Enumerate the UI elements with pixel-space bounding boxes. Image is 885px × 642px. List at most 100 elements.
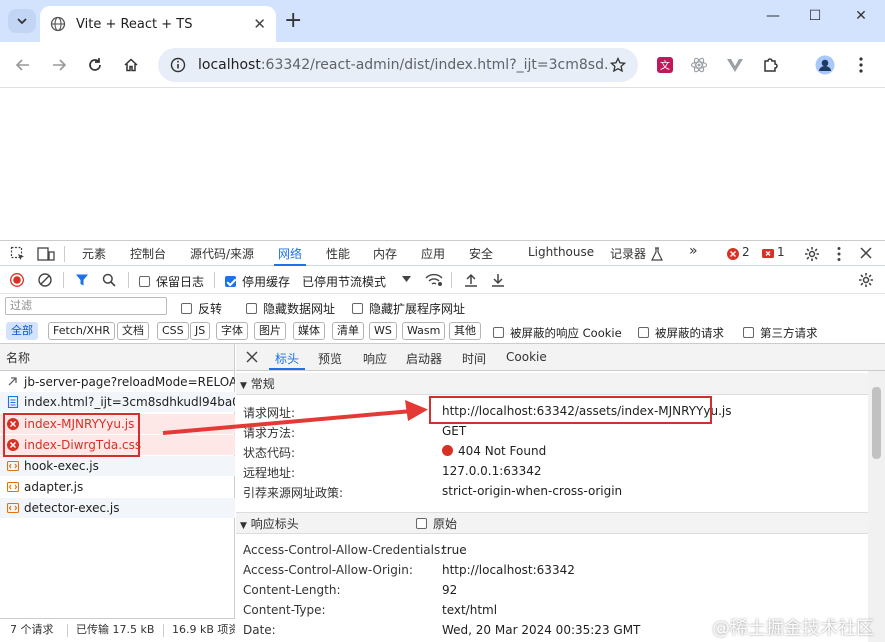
- issue-flag-icon[interactable]: [762, 248, 774, 260]
- details-tab-cookies[interactable]: Cookie: [506, 350, 547, 364]
- type-filter-doc[interactable]: 文档: [117, 322, 149, 340]
- devtools-tab-console[interactable]: 控制台: [130, 245, 166, 262]
- devtools-tab-application[interactable]: 应用: [421, 245, 445, 262]
- maximize-icon[interactable]: ☐: [800, 8, 830, 24]
- devtools-tab-network[interactable]: 网络: [273, 245, 307, 266]
- minimize-icon[interactable]: —: [758, 8, 788, 24]
- type-filter-css[interactable]: CSS: [157, 322, 189, 340]
- translate-extension-icon[interactable]: 文: [654, 54, 676, 76]
- hide-extension-urls-checkbox[interactable]: 隐藏扩展程序网址: [352, 300, 465, 317]
- checkbox-box[interactable]: [181, 303, 192, 314]
- blocked-requests-checkbox[interactable]: 被屏蔽的请求: [638, 325, 724, 341]
- forward-arrow-icon[interactable]: [48, 54, 70, 76]
- response-headers-section-header[interactable]: ▼ 响应标头 原始: [236, 512, 868, 534]
- react-devtools-icon[interactable]: [688, 54, 710, 76]
- checkbox-box[interactable]: [743, 327, 754, 338]
- reload-icon[interactable]: [84, 54, 106, 76]
- disable-cache-checkbox[interactable]: 停用缓存: [225, 273, 290, 290]
- close-details-icon[interactable]: [246, 351, 258, 363]
- type-filter-js[interactable]: JS: [190, 322, 211, 340]
- details-tab-timing[interactable]: 时间: [462, 350, 486, 367]
- inspect-element-icon[interactable]: [10, 246, 26, 262]
- export-har-icon[interactable]: [491, 273, 505, 287]
- raw-checkbox[interactable]: 原始: [416, 513, 457, 535]
- close-tab-icon[interactable]: ✕: [253, 15, 266, 33]
- request-row[interactable]: adapter.js: [0, 477, 235, 497]
- devtools-tab-performance[interactable]: 性能: [326, 245, 350, 262]
- checkbox-box[interactable]: [352, 303, 363, 314]
- gear-icon[interactable]: [804, 246, 820, 262]
- devtools-tab-memory[interactable]: 内存: [373, 245, 397, 262]
- request-row[interactable]: detector-exec.js: [0, 498, 235, 518]
- more-tabs-icon[interactable]: »: [689, 243, 698, 259]
- devtools-tab-security[interactable]: 安全: [469, 245, 493, 262]
- type-filter-fetch-xhr[interactable]: Fetch/XHR: [48, 322, 115, 340]
- type-filter-other[interactable]: 其他: [449, 322, 481, 340]
- devtools-tab-lighthouse[interactable]: Lighthouse: [528, 245, 594, 259]
- details-scrollbar[interactable]: [868, 371, 885, 642]
- blocked-cookies-checkbox[interactable]: 被屏蔽的响应 Cookie: [493, 325, 622, 341]
- invert-checkbox[interactable]: 反转: [181, 300, 222, 317]
- redirect-arrow-icon: [8, 377, 17, 386]
- profile-avatar[interactable]: [814, 54, 836, 76]
- type-filter-font[interactable]: 字体: [216, 322, 248, 340]
- details-tab-initiator[interactable]: 启动器: [406, 350, 442, 367]
- home-icon[interactable]: [120, 54, 142, 76]
- search-icon[interactable]: [102, 273, 116, 287]
- type-filter-wasm[interactable]: Wasm: [402, 322, 446, 340]
- browser-tab[interactable]: Vite + React + TS ✕: [40, 6, 276, 42]
- details-tab-response[interactable]: 响应: [363, 350, 387, 367]
- vue-devtools-icon[interactable]: [724, 54, 746, 76]
- device-toolbar-icon[interactable]: [37, 246, 55, 262]
- new-tab-button[interactable]: +: [284, 9, 302, 33]
- filter-funnel-icon[interactable]: [75, 273, 89, 287]
- site-info-icon[interactable]: [170, 57, 186, 73]
- import-har-icon[interactable]: [464, 273, 478, 287]
- devtools-tab-elements[interactable]: 元素: [82, 245, 106, 262]
- details-tab-headers[interactable]: 标头: [268, 350, 306, 370]
- tab-search-button[interactable]: [8, 9, 36, 33]
- type-filter-media[interactable]: 媒体: [293, 322, 325, 340]
- error-circle-icon[interactable]: [727, 248, 739, 260]
- hide-data-urls-checkbox[interactable]: 隐藏数据网址: [246, 300, 335, 317]
- error-count[interactable]: 2: [742, 245, 750, 259]
- extensions-puzzle-icon[interactable]: [760, 54, 782, 76]
- third-party-checkbox[interactable]: 第三方请求: [743, 325, 818, 341]
- close-window-icon[interactable]: ✕: [846, 8, 876, 24]
- network-conditions-icon[interactable]: [425, 273, 443, 287]
- type-filter-all[interactable]: 全部: [6, 322, 38, 340]
- throttling-select[interactable]: 已停用节流模式: [302, 273, 386, 290]
- devtools-tab-sources[interactable]: 源代码/来源: [190, 245, 254, 262]
- name-column-header[interactable]: 名称: [0, 344, 234, 371]
- kebab-menu-icon[interactable]: [850, 54, 872, 76]
- address-bar[interactable]: localhost:63342/react-admin/dist/index.h…: [158, 48, 638, 82]
- checkbox-box[interactable]: [638, 327, 649, 338]
- request-row[interactable]: hook-exec.js: [0, 456, 235, 476]
- issue-count[interactable]: 1: [777, 245, 785, 259]
- filter-input[interactable]: 过滤: [5, 297, 167, 315]
- header-value: true: [442, 543, 467, 557]
- type-filter-manifest[interactable]: 清单: [332, 322, 364, 340]
- request-row[interactable]: index.html?_ijt=3cm8sdhkudl94ba0si6t8: [0, 392, 235, 412]
- preserve-log-checkbox[interactable]: 保留日志: [139, 273, 204, 290]
- type-filter-ws[interactable]: WS: [369, 322, 397, 340]
- details-tab-preview[interactable]: 预览: [318, 350, 342, 367]
- devtools-tab-recorder[interactable]: 记录器: [610, 245, 646, 262]
- checkbox-box[interactable]: [416, 518, 427, 529]
- back-arrow-icon[interactable]: [12, 54, 34, 76]
- dropdown-triangle-icon[interactable]: [402, 276, 411, 282]
- type-filter-image[interactable]: 图片: [254, 322, 286, 340]
- network-settings-gear-icon[interactable]: [858, 272, 874, 288]
- checkbox-box[interactable]: [139, 276, 150, 287]
- request-row[interactable]: jb-server-page?reloadMode=RELOAD_ON_SAVE…: [0, 372, 235, 392]
- checkbox-box[interactable]: [493, 327, 504, 338]
- checkbox-box[interactable]: [246, 303, 257, 314]
- clear-icon[interactable]: [38, 273, 52, 287]
- kebab-menu-icon[interactable]: [837, 246, 841, 262]
- close-devtools-icon[interactable]: [860, 247, 872, 259]
- checkbox-box-checked[interactable]: [225, 276, 236, 287]
- star-icon[interactable]: [610, 57, 626, 73]
- scrollbar-thumb[interactable]: [872, 387, 881, 459]
- general-section-header[interactable]: ▼ 常规: [236, 373, 868, 395]
- record-stop-icon[interactable]: [10, 273, 24, 287]
